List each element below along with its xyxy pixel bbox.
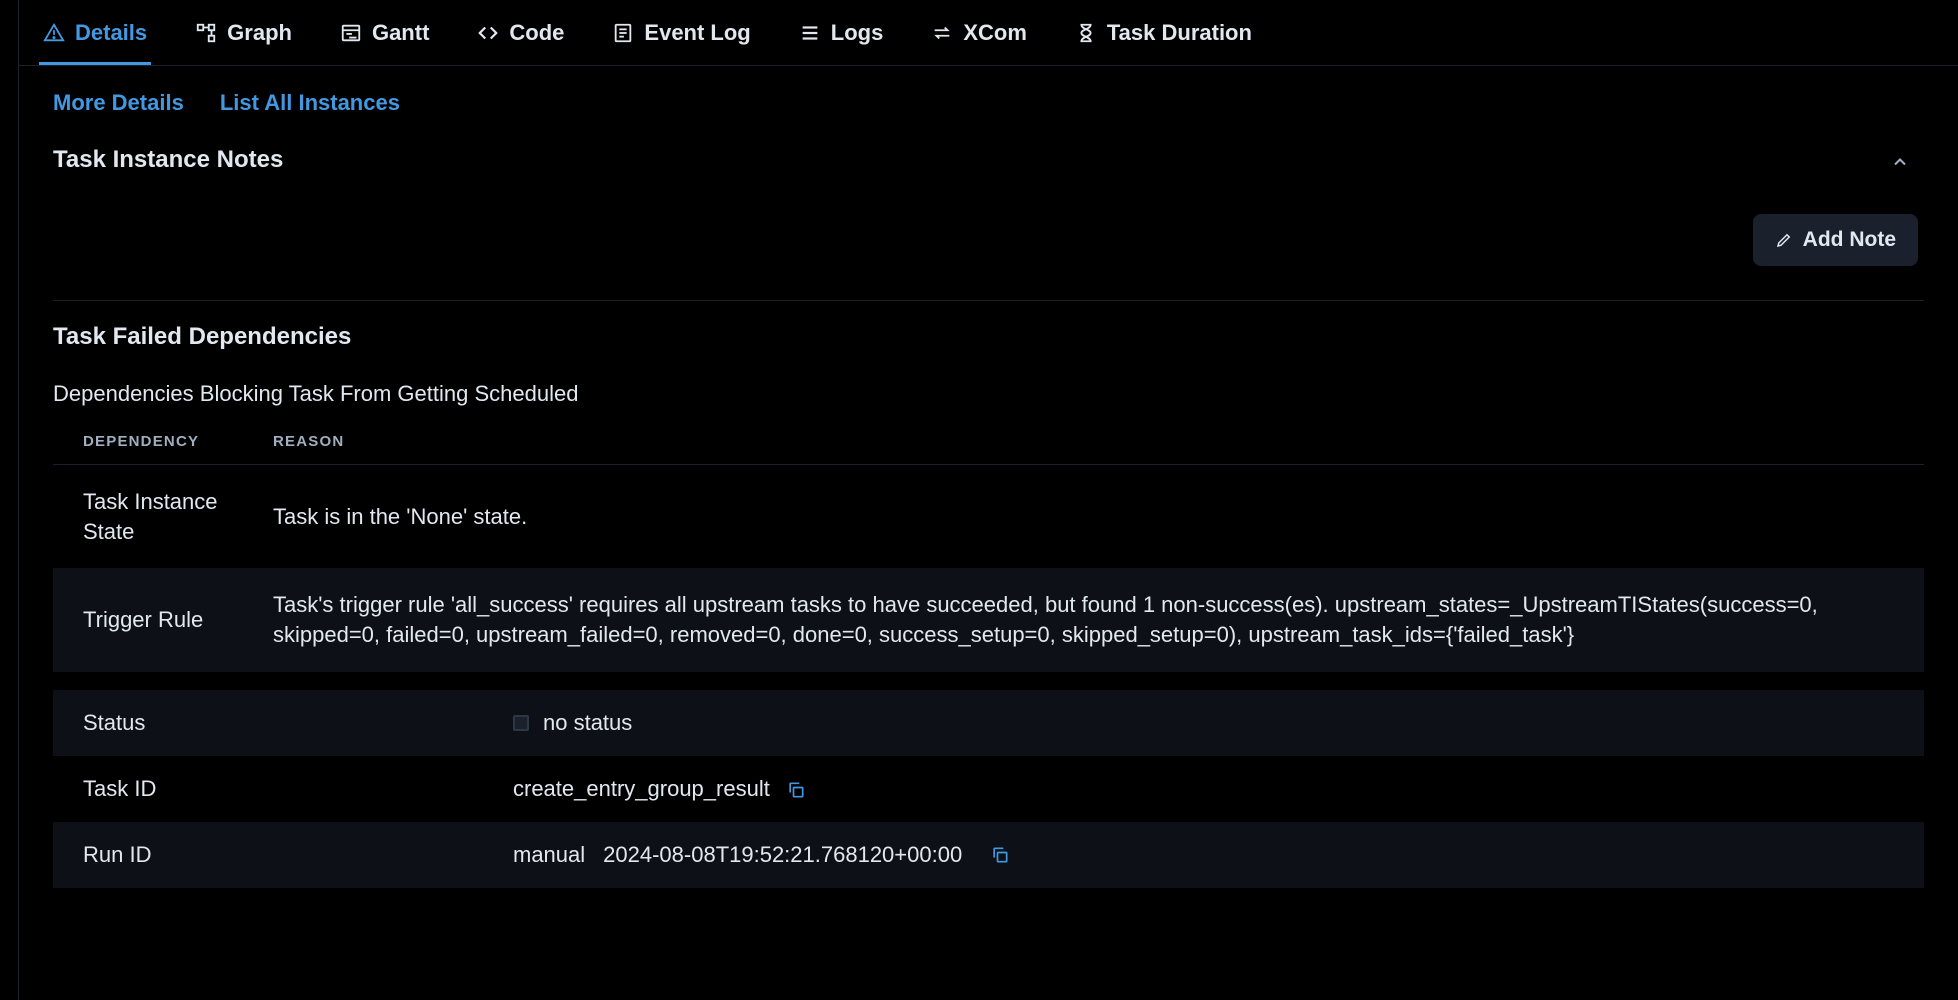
tab-task-duration[interactable]: Task Duration xyxy=(1071,4,1256,65)
chevron-up-icon xyxy=(1890,152,1910,172)
dep-reason: Task is in the 'None' state. xyxy=(273,465,1924,569)
code-icon xyxy=(477,22,499,44)
failed-deps-subtitle: Dependencies Blocking Task From Getting … xyxy=(53,367,1924,425)
section-title-notes: Task Instance Notes xyxy=(53,136,283,190)
task-tabs: Details Graph Gantt Code Event Log Logs … xyxy=(19,4,1958,66)
kv-key-status: Status xyxy=(53,690,513,756)
status-text: no status xyxy=(543,710,632,736)
add-note-label: Add Note xyxy=(1803,228,1896,252)
section-task-instance-notes: Task Instance Notes Add Note xyxy=(19,136,1958,301)
copy-icon xyxy=(990,845,1010,865)
event-log-icon xyxy=(612,22,634,44)
task-attributes-table: Status no status Task ID create_entry_gr… xyxy=(53,690,1924,888)
xcom-icon xyxy=(931,22,953,44)
kv-key-run-id: Run ID xyxy=(53,822,513,888)
tab-label: XCom xyxy=(963,20,1027,46)
tab-code[interactable]: Code xyxy=(473,4,568,65)
dep-reason: Task's trigger rule 'all_success' requir… xyxy=(273,568,1924,671)
dep-row: Task Instance State Task is in the 'None… xyxy=(53,465,1924,569)
graph-icon xyxy=(195,22,217,44)
section-failed-dependencies: Task Failed Dependencies Dependencies Bl… xyxy=(19,301,1958,888)
run-id-prefix: manual xyxy=(513,842,585,868)
hourglass-icon xyxy=(1075,22,1097,44)
tab-details[interactable]: Details xyxy=(39,4,151,65)
logs-icon xyxy=(799,22,821,44)
tab-label: Details xyxy=(75,20,147,46)
tab-gantt[interactable]: Gantt xyxy=(336,4,433,65)
kv-val-run-id: manual 2024-08-08T19:52:21.768120+00:00 xyxy=(513,822,1924,888)
detail-sublinks: More Details List All Instances xyxy=(19,66,1958,136)
dep-name: Task Instance State xyxy=(53,465,273,569)
col-header-reason: REASON xyxy=(273,425,1924,465)
tab-label: Event Log xyxy=(644,20,750,46)
dependencies-table: DEPENDENCY REASON Task Instance State Ta… xyxy=(53,425,1924,672)
tab-label: Graph xyxy=(227,20,292,46)
col-header-dependency: DEPENDENCY xyxy=(53,425,273,465)
status-swatch-icon xyxy=(513,715,529,731)
add-note-button[interactable]: Add Note xyxy=(1753,214,1918,266)
kv-key-task-id: Task ID xyxy=(53,756,513,822)
tab-graph[interactable]: Graph xyxy=(191,4,296,65)
kv-row-task-id: Task ID create_entry_group_result xyxy=(53,756,1924,822)
kv-val-task-id: create_entry_group_result xyxy=(513,756,1924,822)
tab-logs[interactable]: Logs xyxy=(795,4,888,65)
tab-xcom[interactable]: XCom xyxy=(927,4,1031,65)
tab-event-log[interactable]: Event Log xyxy=(608,4,754,65)
copy-run-id-button[interactable] xyxy=(990,845,1010,865)
copy-icon xyxy=(786,780,806,800)
tab-label: Task Duration xyxy=(1107,20,1252,46)
link-more-details[interactable]: More Details xyxy=(53,90,184,116)
section-title-failed-deps: Task Failed Dependencies xyxy=(53,301,1924,367)
dep-name: Trigger Rule xyxy=(53,568,273,671)
gantt-icon xyxy=(340,22,362,44)
collapse-notes-button[interactable] xyxy=(1882,144,1918,183)
kv-val-status: no status xyxy=(513,690,1924,756)
task-id-value: create_entry_group_result xyxy=(513,776,770,801)
kv-row-status: Status no status xyxy=(53,690,1924,756)
dep-row: Trigger Rule Task's trigger rule 'all_su… xyxy=(53,568,1924,671)
tab-label: Logs xyxy=(831,20,884,46)
warning-triangle-icon xyxy=(43,22,65,44)
kv-row-run-id: Run ID manual 2024-08-08T19:52:21.768120… xyxy=(53,822,1924,888)
tab-label: Gantt xyxy=(372,20,429,46)
link-list-all-instances[interactable]: List All Instances xyxy=(220,90,400,116)
copy-task-id-button[interactable] xyxy=(786,780,806,800)
run-id-value: 2024-08-08T19:52:21.768120+00:00 xyxy=(603,842,962,868)
tab-label: Code xyxy=(509,20,564,46)
pencil-icon xyxy=(1775,231,1793,249)
